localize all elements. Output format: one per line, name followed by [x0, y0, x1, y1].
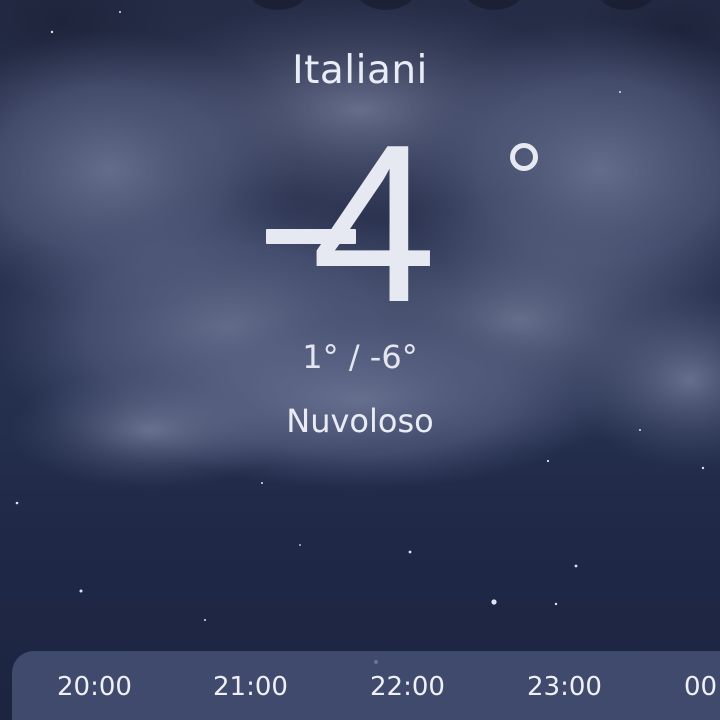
hourly-time: 22:00 [370, 672, 445, 702]
current-temperature: 4 [0, 97, 720, 349]
city-name[interactable]: Italiani [0, 48, 720, 93]
hourly-time: 21:00 [213, 672, 288, 702]
high-low-temperature: 1° / -6° [302, 338, 418, 376]
temperature-value: 4 [311, 97, 437, 349]
hourly-time: 00:00 [684, 672, 720, 702]
weather-condition: Nuvoloso [286, 402, 434, 440]
hourly-time: 23:00 [527, 672, 602, 702]
degree-symbol-icon [510, 143, 538, 171]
hourly-time: 20:00 [57, 672, 132, 702]
weather-screen: Italiani 4 1° / -6° Nuvoloso 20:00 21:00… [0, 0, 720, 720]
